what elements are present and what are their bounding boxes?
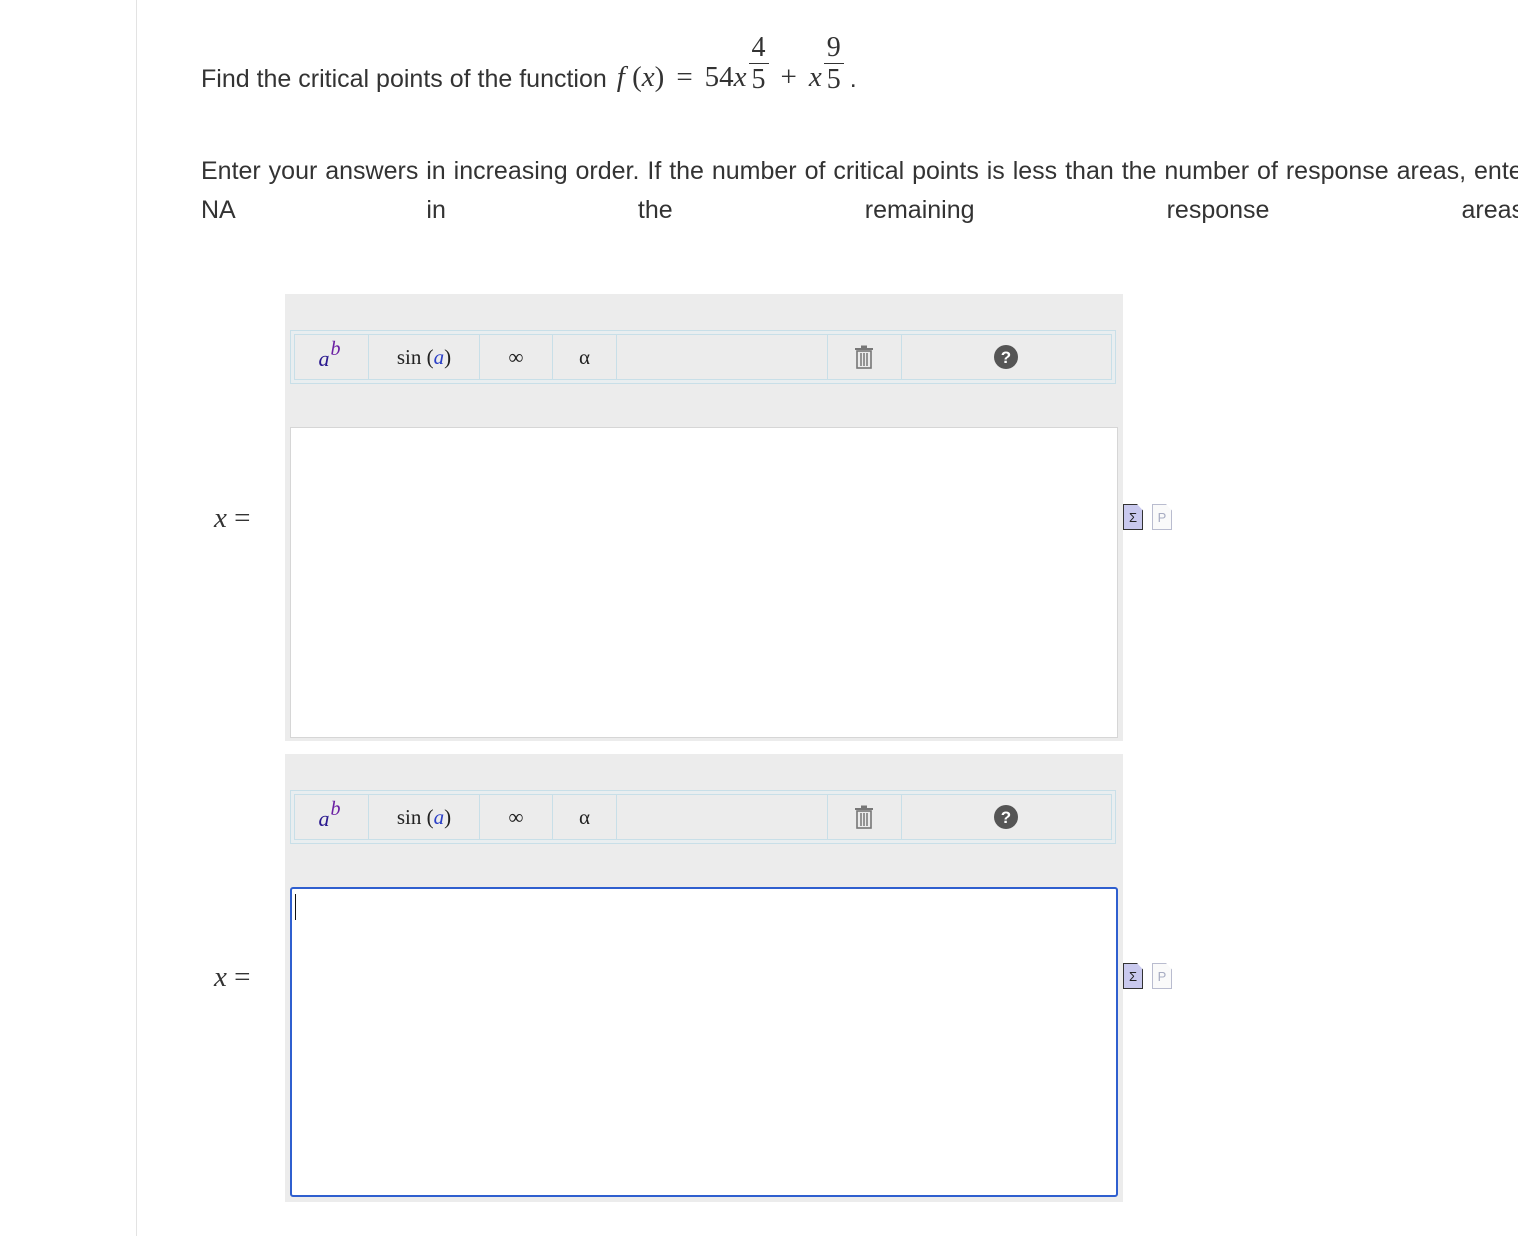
svg-text:?: ? — [1001, 348, 1011, 367]
answer-label-2: x = — [214, 961, 251, 993]
answer-block-1: ab sin (a) ∞ α ? — [285, 294, 1123, 741]
help-icon[interactable]: ? — [901, 335, 1111, 379]
trash-icon[interactable] — [827, 795, 902, 839]
equation-editor-icon[interactable]: Σ — [1123, 504, 1143, 530]
math-toolbar: ab sin (a) ∞ α ? — [290, 330, 1116, 384]
question-text: Find the critical points of the function… — [201, 14, 857, 94]
infinity-button[interactable]: ∞ — [480, 335, 553, 379]
help-icon[interactable]: ? — [901, 795, 1111, 839]
sin-function-button[interactable]: sin (a) — [369, 795, 480, 839]
answer-1-icons: Σ P — [1123, 504, 1172, 530]
alpha-button[interactable]: α — [553, 795, 617, 839]
preview-doc-icon[interactable]: P — [1152, 504, 1172, 530]
answer-input-1[interactable] — [290, 427, 1118, 738]
power-button[interactable]: ab — [295, 795, 369, 839]
answer-2-icons: Σ P — [1123, 963, 1172, 989]
instructions-text: Enter your answers in increasing order. … — [201, 157, 1518, 224]
sin-function-button[interactable]: sin (a) — [369, 335, 480, 379]
svg-text:?: ? — [1001, 808, 1011, 827]
preview-doc-icon[interactable]: P — [1152, 963, 1172, 989]
math-toolbar: ab sin (a) ∞ α ? — [290, 790, 1116, 844]
question-prompt: Find the critical points of the function — [201, 65, 607, 93]
text-caret — [295, 894, 296, 920]
left-divider — [136, 0, 137, 1236]
trash-icon[interactable] — [827, 335, 902, 379]
answer-block-2: ab sin (a) ∞ α ? — [285, 754, 1123, 1202]
function-formula: f (x) = 54 x 4 5 + x 9 5 . — [616, 31, 857, 95]
alpha-button[interactable]: α — [553, 335, 617, 379]
exponent-1: 4 5 — [748, 33, 769, 95]
equation-editor-icon[interactable]: Σ — [1123, 963, 1143, 989]
answer-label-1: x = — [214, 502, 251, 534]
answer-input-2[interactable] — [290, 887, 1118, 1197]
exponent-2: 9 5 — [823, 33, 844, 95]
power-button[interactable]: ab — [295, 335, 369, 379]
infinity-button[interactable]: ∞ — [480, 795, 553, 839]
